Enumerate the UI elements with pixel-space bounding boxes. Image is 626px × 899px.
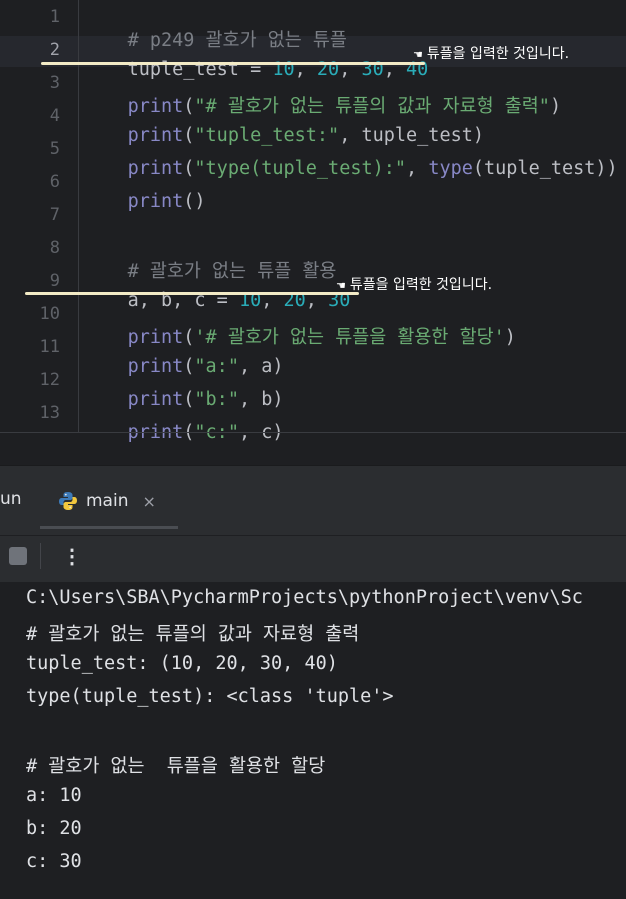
toolbar-divider <box>40 543 41 569</box>
annotation-underline <box>41 62 425 65</box>
line-number: 2 <box>49 40 60 60</box>
paren: ) <box>504 327 516 348</box>
console-line: a: 10 <box>26 785 82 806</box>
code-editor[interactable]: 1 2 3 4 5 6 7 8 9 10 11 12 13 # p249 괄호가… <box>0 0 626 465</box>
editor-bottom-border <box>0 432 626 433</box>
line-number: 11 <box>39 337 60 357</box>
line-number: 3 <box>49 73 60 93</box>
annotation-text: 튜플을 입력한 것입니다. <box>426 46 570 62</box>
comma: , <box>406 158 429 179</box>
annotation-underline <box>25 292 359 295</box>
line-number: 1 <box>49 7 60 27</box>
console-line: b: 20 <box>26 818 82 839</box>
python-icon <box>59 492 77 510</box>
more-options-icon[interactable]: ⋮ <box>62 543 82 569</box>
stop-button[interactable] <box>9 547 27 565</box>
string: "type(tuple_test):" <box>194 158 407 179</box>
annotation-note: ☛ 튜플을 입력한 것입니다. <box>413 43 569 63</box>
line-number: 9 <box>49 271 60 291</box>
console-line: tuple_test: (10, 20, 30, 40) <box>26 653 338 674</box>
active-tab-indicator <box>40 526 178 529</box>
tab-main[interactable]: main × <box>58 487 156 515</box>
console-line: type(tuple_test): <class 'tuple'> <box>26 686 394 707</box>
tab-main-label: main <box>86 491 129 511</box>
close-icon[interactable]: × <box>142 492 155 511</box>
tab-bar-border <box>0 535 626 536</box>
console-line: C:\Users\SBA\PycharmProjects\pythonProje… <box>26 587 583 608</box>
annotation-note: ☛ 튜플을 입력한 것입니다. <box>336 274 492 294</box>
line-number: 12 <box>39 370 60 390</box>
line-number: 7 <box>49 205 60 225</box>
run-tool-window: un main × ⋮ C:\Users\SBA\PycharmProjects… <box>0 469 626 899</box>
pointing-hand-icon: ☛ <box>413 48 423 61</box>
builtin-type: type <box>428 158 473 179</box>
line-number: 13 <box>39 403 60 423</box>
builtin-print: print <box>127 191 184 212</box>
args: (tuple_test)) <box>472 158 618 179</box>
annotation-text: 튜플을 입력한 것입니다. <box>349 277 493 293</box>
console-output[interactable]: C:\Users\SBA\PycharmProjects\pythonProje… <box>0 582 626 899</box>
tab-run[interactable]: un <box>0 489 22 509</box>
paren: ) <box>549 96 562 117</box>
line-number: 10 <box>39 304 60 324</box>
pointing-hand-icon: ☛ <box>336 279 346 292</box>
line-number: 5 <box>49 139 60 159</box>
line-number: 6 <box>49 172 60 192</box>
args: () <box>183 191 206 212</box>
console-line: c: 30 <box>26 851 82 872</box>
console-line: # 괄호가 없는 튜플의 값과 자료형 출력 <box>26 624 360 645</box>
line-number: 8 <box>49 238 60 258</box>
console-line: # 괄호가 없는 튜플을 활용한 할당 <box>26 756 326 777</box>
line-number: 4 <box>49 106 60 126</box>
code-line-6[interactable]: print() <box>83 170 206 233</box>
